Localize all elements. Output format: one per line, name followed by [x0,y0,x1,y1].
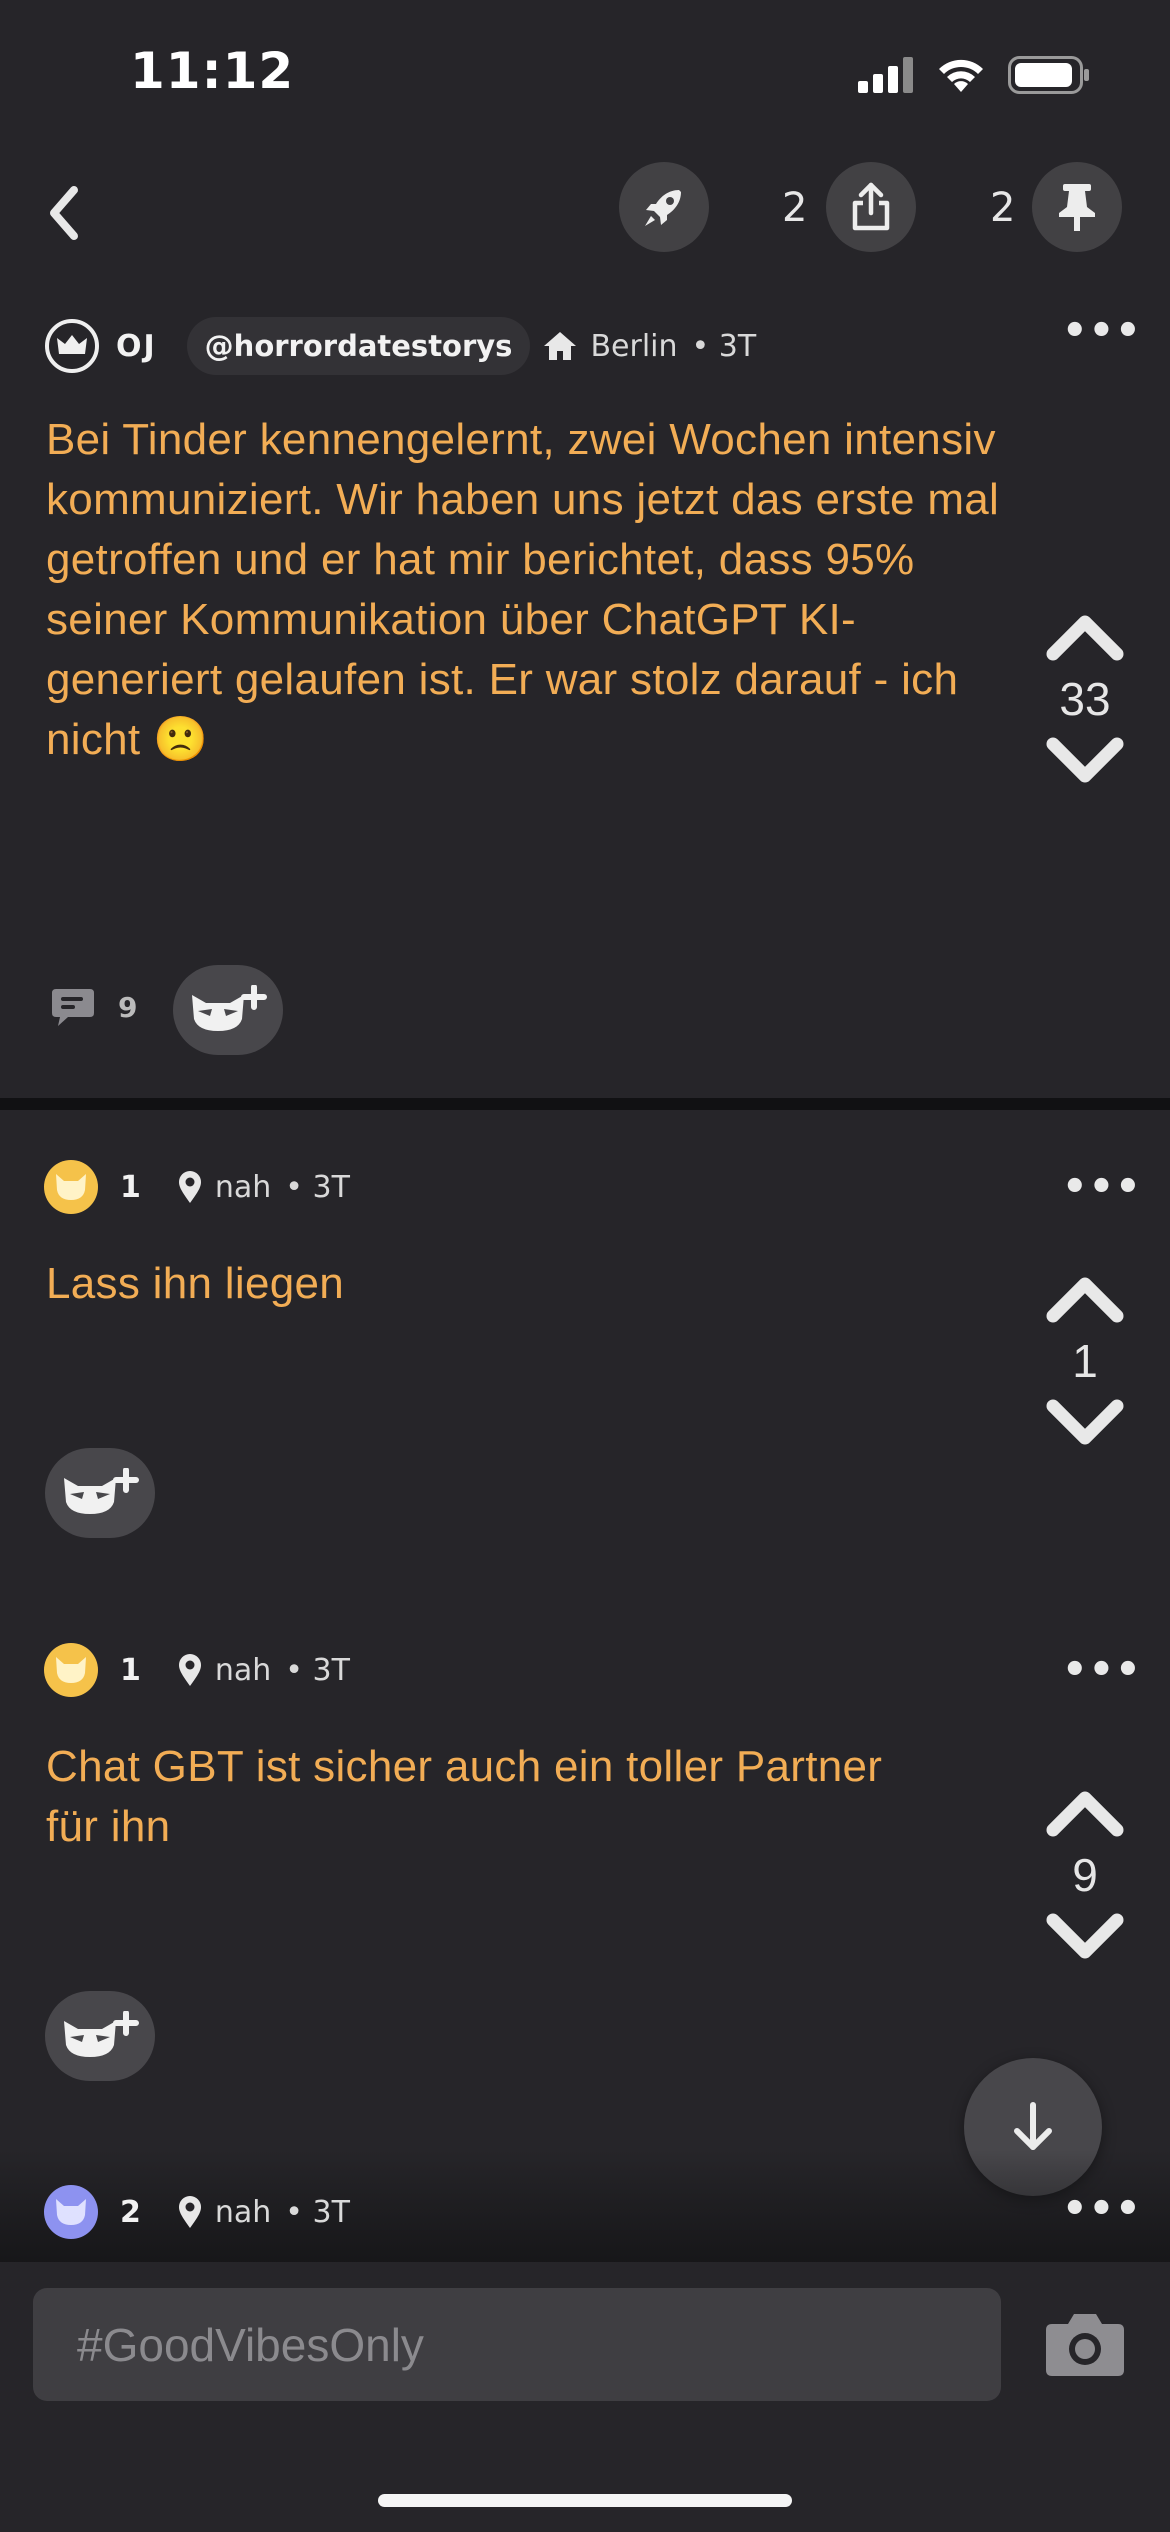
camera-icon [1046,2314,1124,2376]
post-more-icon[interactable]: ••• [1062,308,1142,354]
post-age: • 3T [691,328,757,364]
post-comments[interactable]: 9 [50,985,137,1029]
home-indicator [378,2494,792,2507]
post-meta: OJ @horrordatestorys Berlin • 3T [44,317,756,375]
avatar [44,1643,98,1697]
pin-count: 2 [990,185,1016,231]
battery-icon [1008,56,1089,94]
cat-face-icon [56,2199,86,2225]
comment-location: nah [214,1652,272,1688]
comment-text: Lass ihn liegen [46,1259,345,1308]
boost-button[interactable] [619,162,709,252]
arrow-down-icon [1014,2102,1052,2150]
avatar [44,1160,98,1214]
status-time: 11:12 [130,42,295,100]
rocket-icon [645,190,681,226]
add-reaction-button[interactable] [45,1991,155,2081]
post-handle[interactable]: @horrordatestorys [186,317,531,375]
post-comment-count: 9 [118,990,138,1024]
comment-age: • 3T [285,1169,350,1205]
home-icon [544,332,577,360]
cellular-signal-icon [858,57,913,93]
location-pin-icon [178,1171,201,1203]
cat-mask-plus-icon [192,985,267,1031]
pin-button[interactable] [1032,162,1122,252]
comment-age: • 3T [285,1652,350,1688]
cat-mask-plus-icon [64,1468,139,1514]
upvote-icon[interactable] [1043,1784,1127,1840]
comment-number: 1 [120,1652,141,1688]
downvote-icon[interactable] [1043,1396,1127,1452]
upvote-icon[interactable] [1043,608,1127,664]
comment-meta: 1 nah • 3T [44,1643,350,1697]
comment-meta: 2 nah • 3T [44,2185,350,2239]
location-pin-icon [178,2196,201,2228]
crown-badge-icon [45,319,99,373]
post-location: Berlin [590,328,678,364]
back-chevron-icon[interactable] [40,178,90,248]
comment-location: nah [214,2194,272,2230]
downvote-icon[interactable] [1043,734,1127,790]
comment-meta: 1 nah • 3T [44,1160,350,1214]
comment-number: 1 [120,1169,141,1205]
share-count: 2 [782,185,808,231]
pin-icon [1059,184,1095,231]
comment-vote-count: 1 [1072,1335,1098,1387]
avatar [44,2185,98,2239]
comment-vote: 1 [1035,1270,1135,1452]
downvote-icon[interactable] [1043,1910,1127,1966]
comment-more-icon[interactable]: ••• [1062,2186,1142,2232]
comment-vote-count: 9 [1072,1849,1098,1901]
post-author: OJ [116,328,157,364]
comment-age: • 3T [285,2194,350,2230]
comment-icon [52,989,94,1026]
add-reaction-button[interactable] [45,1448,155,1538]
cat-face-icon [56,1657,86,1683]
reply-input[interactable]: #GoodVibesOnly [33,2288,1001,2401]
section-divider [0,1098,1170,1110]
location-pin-icon [178,1654,201,1686]
comment-text: Chat GBT ist sicher auch ein toller Part… [46,1742,883,1851]
camera-button[interactable] [1044,2308,1126,2382]
post-text: Bei Tinder kennengelernt, zwei Wochen in… [46,415,1000,764]
comment-more-icon[interactable]: ••• [1062,1647,1142,1693]
comment-location: nah [214,1169,272,1205]
status-icons [858,56,1090,94]
post-vote-count: 33 [1059,673,1111,725]
cat-mask-plus-icon [64,2011,139,2057]
comment-vote: 9 [1035,1784,1135,1966]
post-vote: 33 [1035,608,1135,790]
add-reaction-button[interactable] [173,965,283,1055]
upvote-icon[interactable] [1043,1270,1127,1326]
wifi-icon [939,59,983,92]
share-button[interactable] [826,162,916,252]
comment-more-icon[interactable]: ••• [1062,1164,1142,1210]
cat-face-icon [56,1174,86,1200]
share-icon [852,182,890,231]
comment-number: 2 [120,2194,141,2230]
